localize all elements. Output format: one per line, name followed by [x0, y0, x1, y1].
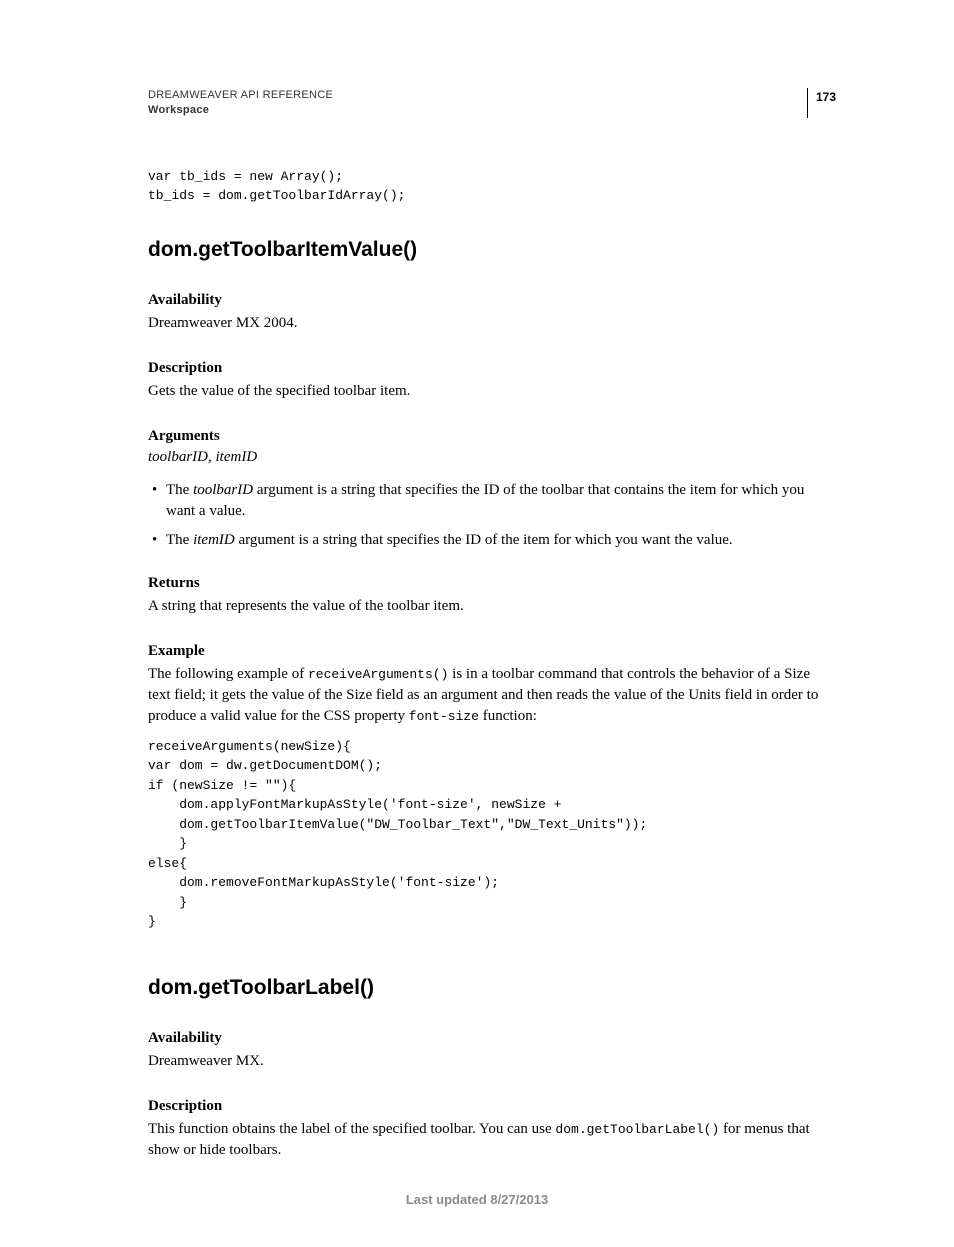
availability-text: Dreamweaver MX.: [148, 1051, 836, 1072]
arguments-list: The toolbarID argument is a string that …: [148, 480, 836, 551]
availability-label: Availability: [148, 1030, 836, 1047]
example-text: The following example of: [148, 666, 308, 682]
bullet-text: argument is a string that specifies the …: [235, 532, 733, 548]
returns-label: Returns: [148, 575, 836, 592]
code-block-top: var tb_ids = new Array(); tb_ids = dom.g…: [148, 167, 836, 206]
argument-item-itemid: The itemID argument is a string that spe…: [148, 530, 836, 551]
inline-code: dom.getToolbarLabel(): [555, 1122, 719, 1137]
description-text: This function obtains the label of the s…: [148, 1119, 836, 1161]
argument-name: itemID: [193, 532, 235, 548]
doc-title: DREAMWEAVER API REFERENCE: [148, 88, 807, 103]
availability-label: Availability: [148, 292, 836, 309]
inline-code: font-size: [409, 709, 479, 724]
arguments-label: Arguments: [148, 428, 836, 445]
argument-item-toolbarid: The toolbarID argument is a string that …: [148, 480, 836, 522]
returns-text: A string that represents the value of th…: [148, 596, 836, 617]
bullet-text: The: [166, 532, 193, 548]
availability-text: Dreamweaver MX 2004.: [148, 313, 836, 334]
example-text: function:: [479, 708, 537, 724]
api-heading-gettoolbarlabel: dom.getToolbarLabel(): [148, 976, 836, 1000]
inline-code: receiveArguments(): [308, 667, 448, 682]
bullet-text: argument is a string that specifies the …: [166, 482, 804, 519]
description-label: Description: [148, 360, 836, 377]
api-heading-gettoolbaritemvalue: dom.getToolbarItemValue(): [148, 238, 836, 262]
bullet-text: The: [166, 482, 193, 498]
example-intro: The following example of receiveArgument…: [148, 664, 836, 727]
page-number: 173: [807, 88, 836, 118]
code-block-example: receiveArguments(newSize){ var dom = dw.…: [148, 737, 836, 932]
description-text: Gets the value of the specified toolbar …: [148, 381, 836, 402]
argument-name: toolbarID: [193, 482, 253, 498]
running-header: DREAMWEAVER API REFERENCE Workspace 173: [148, 88, 836, 119]
description-label: Description: [148, 1098, 836, 1115]
arguments-signature: toolbarID, itemID: [148, 449, 836, 466]
page-footer: Last updated 8/27/2013: [0, 1192, 954, 1207]
description-text-part: This function obtains the label of the s…: [148, 1121, 555, 1137]
chapter-title: Workspace: [148, 103, 807, 118]
example-label: Example: [148, 643, 836, 660]
